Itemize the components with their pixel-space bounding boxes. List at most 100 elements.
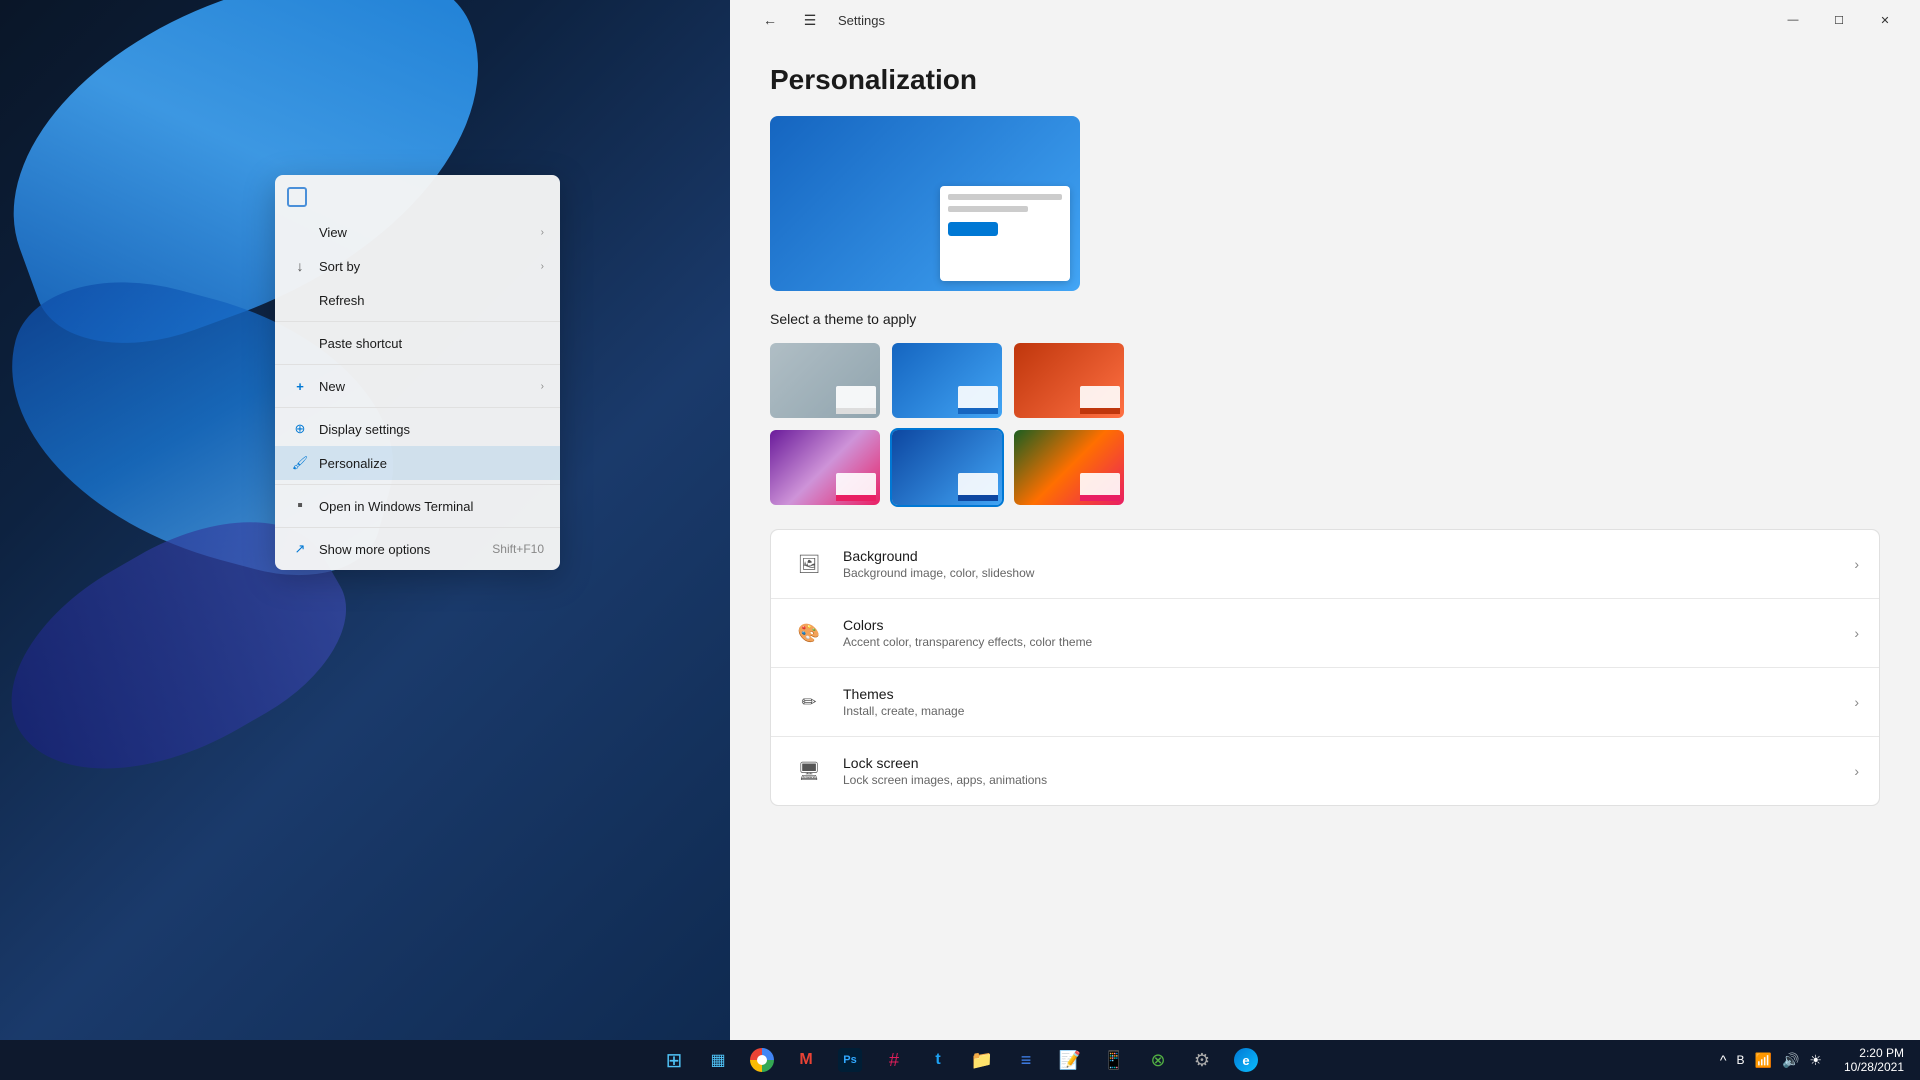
clock[interactable]: 2:20 PM 10/28/2021 [1836,1046,1912,1074]
option-colors-title: Colors [843,617,1854,633]
context-menu-item-new[interactable]: + New › [275,369,560,403]
theme-flow[interactable] [892,430,1002,505]
settings-options-list: 🖼 Background Background image, color, sl… [770,529,1880,806]
theme-mini-window-2 [958,386,998,414]
google-docs-icon: ≡ [1021,1050,1032,1071]
phone-icon: 📱 [1103,1050,1125,1071]
start-button[interactable]: ⊞ [654,1040,694,1080]
xbox-button[interactable]: ⊗ [1138,1040,1178,1080]
gmail-icon: M [799,1051,812,1069]
new-icon: + [291,377,309,395]
chrome-button[interactable] [742,1040,782,1080]
option-lock-screen-desc: Lock screen images, apps, animations [843,773,1854,787]
theme-mini-window-6 [1080,473,1120,501]
theme-mini-window-5 [958,473,998,501]
bluetooth-icon[interactable]: B [1734,1051,1746,1069]
preview-window [940,186,1070,281]
preview-line-2 [948,206,1028,212]
tray-chevron-icon[interactable]: ^ [1718,1050,1729,1070]
maximize-button[interactable]: ☐ [1816,4,1862,36]
context-menu-item-paste-shortcut[interactable]: Paste shortcut [275,326,560,360]
theme-glow[interactable] [1014,343,1124,418]
chrome-icon [750,1048,774,1072]
theme-dark-blue[interactable] [892,343,1002,418]
clock-time: 2:20 PM [1859,1046,1904,1060]
view-submenu-arrow: › [541,227,544,238]
context-menu-item-personalize[interactable]: 🖌 Personalize [275,446,560,480]
context-menu-sortby-label: Sort by [319,259,541,274]
option-lock-screen[interactable]: 🖥 Lock screen Lock screen images, apps, … [771,737,1879,805]
display-icon: ⊕ [291,420,309,438]
themes-grid [770,343,1880,505]
context-menu-header [275,179,560,215]
settings-button[interactable]: ⚙ [1182,1040,1222,1080]
themes-arrow: › [1854,694,1859,710]
option-colors[interactable]: 🎨 Colors Accent color, transparency effe… [771,599,1879,668]
theme-mini-bar-4 [836,495,876,501]
titlebar-controls: — ☐ ✕ [1770,4,1908,36]
option-lock-screen-title: Lock screen [843,755,1854,771]
back-button[interactable]: ← [754,4,786,36]
widgets-button[interactable]: ▦ [698,1040,738,1080]
colors-icon: 🎨 [791,615,827,651]
theme-sunrise[interactable] [1014,430,1124,505]
theme-mini-bar-6 [1080,495,1120,501]
theme-captured-motion[interactable] [770,430,880,505]
sticky-notes-icon: 📝 [1059,1050,1081,1071]
close-button[interactable]: ✕ [1862,4,1908,36]
settings-window-title: Settings [838,13,885,28]
context-menu-item-refresh[interactable]: Refresh [275,283,560,317]
context-menu-item-sortby[interactable]: ↓ Sort by › [275,249,560,283]
brightness-icon[interactable]: ☀ [1807,1050,1824,1071]
theme-mini-bar-5 [958,495,998,501]
theme-mini-bar-1 [836,408,876,414]
context-menu-item-view[interactable]: View › [275,215,560,249]
personalize-icon: 🖌 [291,454,309,472]
refresh-icon [291,291,309,309]
phone-button[interactable]: 📱 [1094,1040,1134,1080]
option-themes[interactable]: ✏ Themes Install, create, manage › [771,668,1879,737]
hamburger-button[interactable]: ☰ [794,4,826,36]
context-menu-icon [287,187,307,207]
theme-mini-window-4 [836,473,876,501]
background-icon: 🖼 [791,546,827,582]
gmail-button[interactable]: M [786,1040,826,1080]
more-options-shortcut: Shift+F10 [492,542,544,556]
option-background[interactable]: 🖼 Background Background image, color, sl… [771,530,1879,599]
lock-screen-arrow: › [1854,763,1859,779]
slack-button[interactable]: # [874,1040,914,1080]
photoshop-button[interactable]: Ps [830,1040,870,1080]
tray-icons: ^ B 📶 🔊 ☀ [1710,1050,1832,1071]
google-docs-button[interactable]: ≡ [1006,1040,1046,1080]
context-menu-item-display[interactable]: ⊕ Display settings [275,412,560,446]
theme-light[interactable] [770,343,880,418]
page-title: Personalization [770,64,1880,96]
slack-icon: # [889,1050,899,1071]
system-tray: ^ B 📶 🔊 ☀ 2:20 PM 10/28/2021 [1710,1040,1920,1080]
context-menu-item-more-options[interactable]: ↗ Show more options Shift+F10 [275,532,560,566]
option-background-text: Background Background image, color, slid… [843,548,1854,580]
edge-button[interactable]: e [1226,1040,1266,1080]
separator-1 [275,321,560,322]
sortby-submenu-arrow: › [541,261,544,272]
wifi-icon[interactable]: 📶 [1753,1050,1774,1071]
file-explorer-icon: 📁 [971,1050,993,1071]
context-menu-view-label: View [319,225,541,240]
twitter-icon: t [935,1051,940,1069]
minimize-button[interactable]: — [1770,4,1816,36]
option-background-desc: Background image, color, slideshow [843,566,1854,580]
clock-date: 10/28/2021 [1844,1060,1904,1074]
sticky-notes-button[interactable]: 📝 [1050,1040,1090,1080]
taskbar: ⊞ ▦ M Ps # t 📁 [0,1040,1920,1080]
volume-icon[interactable]: 🔊 [1780,1050,1801,1071]
settings-icon: ⚙ [1194,1050,1210,1071]
theme-mini-window-3 [1080,386,1120,414]
context-menu-terminal-label: Open in Windows Terminal [319,499,544,514]
option-themes-desc: Install, create, manage [843,704,1854,718]
file-explorer-button[interactable]: 📁 [962,1040,1002,1080]
context-menu-item-terminal[interactable]: ▪ Open in Windows Terminal [275,489,560,523]
separator-3 [275,407,560,408]
paste-icon [291,334,309,352]
twitter-button[interactable]: t [918,1040,958,1080]
option-themes-text: Themes Install, create, manage [843,686,1854,718]
